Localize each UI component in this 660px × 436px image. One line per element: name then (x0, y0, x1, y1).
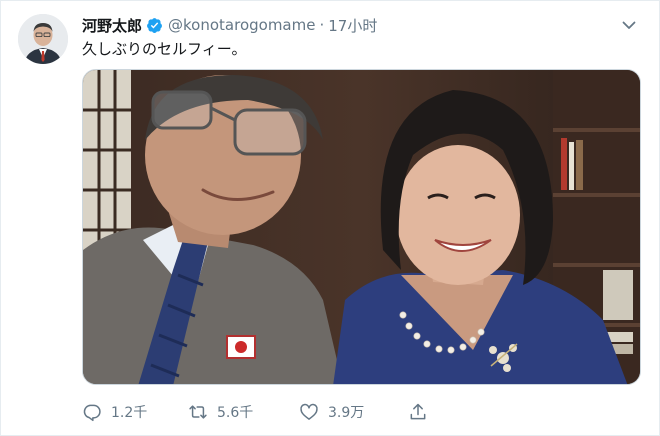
tweet-actions: 1.2千 5.6千 3.9万 (82, 399, 428, 425)
share-button[interactable] (408, 402, 428, 422)
user-handle[interactable]: @konotarogomame (168, 16, 315, 34)
retweet-count: 5.6千 (217, 405, 254, 421)
avatar-photo (18, 14, 68, 64)
tweet-text: 久しぶりのセルフィー。 (82, 40, 247, 58)
tweet-header: 河野太郎 @konotarogomame · 17小时 (82, 15, 639, 35)
reply-button[interactable]: 1.2千 (82, 402, 188, 422)
verified-badge-icon (146, 17, 163, 34)
avatar[interactable] (18, 14, 68, 64)
share-icon (410, 403, 426, 420)
timestamp[interactable]: 17小时 (328, 15, 377, 36)
heart-icon (300, 403, 318, 420)
selfie-photo (83, 70, 640, 384)
tweet-media-photo[interactable] (82, 69, 641, 385)
like-button[interactable]: 3.9万 (299, 402, 408, 422)
chevron-down-icon[interactable] (621, 17, 637, 33)
like-count: 3.9万 (328, 405, 365, 421)
reply-icon (83, 404, 101, 422)
display-name[interactable]: 河野太郎 (82, 15, 142, 36)
tweet-card[interactable]: 河野太郎 @konotarogomame · 17小时 久しぶりのセルフィー。 (0, 0, 660, 436)
reply-count: 1.2千 (111, 405, 148, 421)
retweet-button[interactable]: 5.6千 (188, 402, 299, 422)
retweet-icon (189, 405, 207, 419)
separator-dot: · (319, 16, 325, 34)
